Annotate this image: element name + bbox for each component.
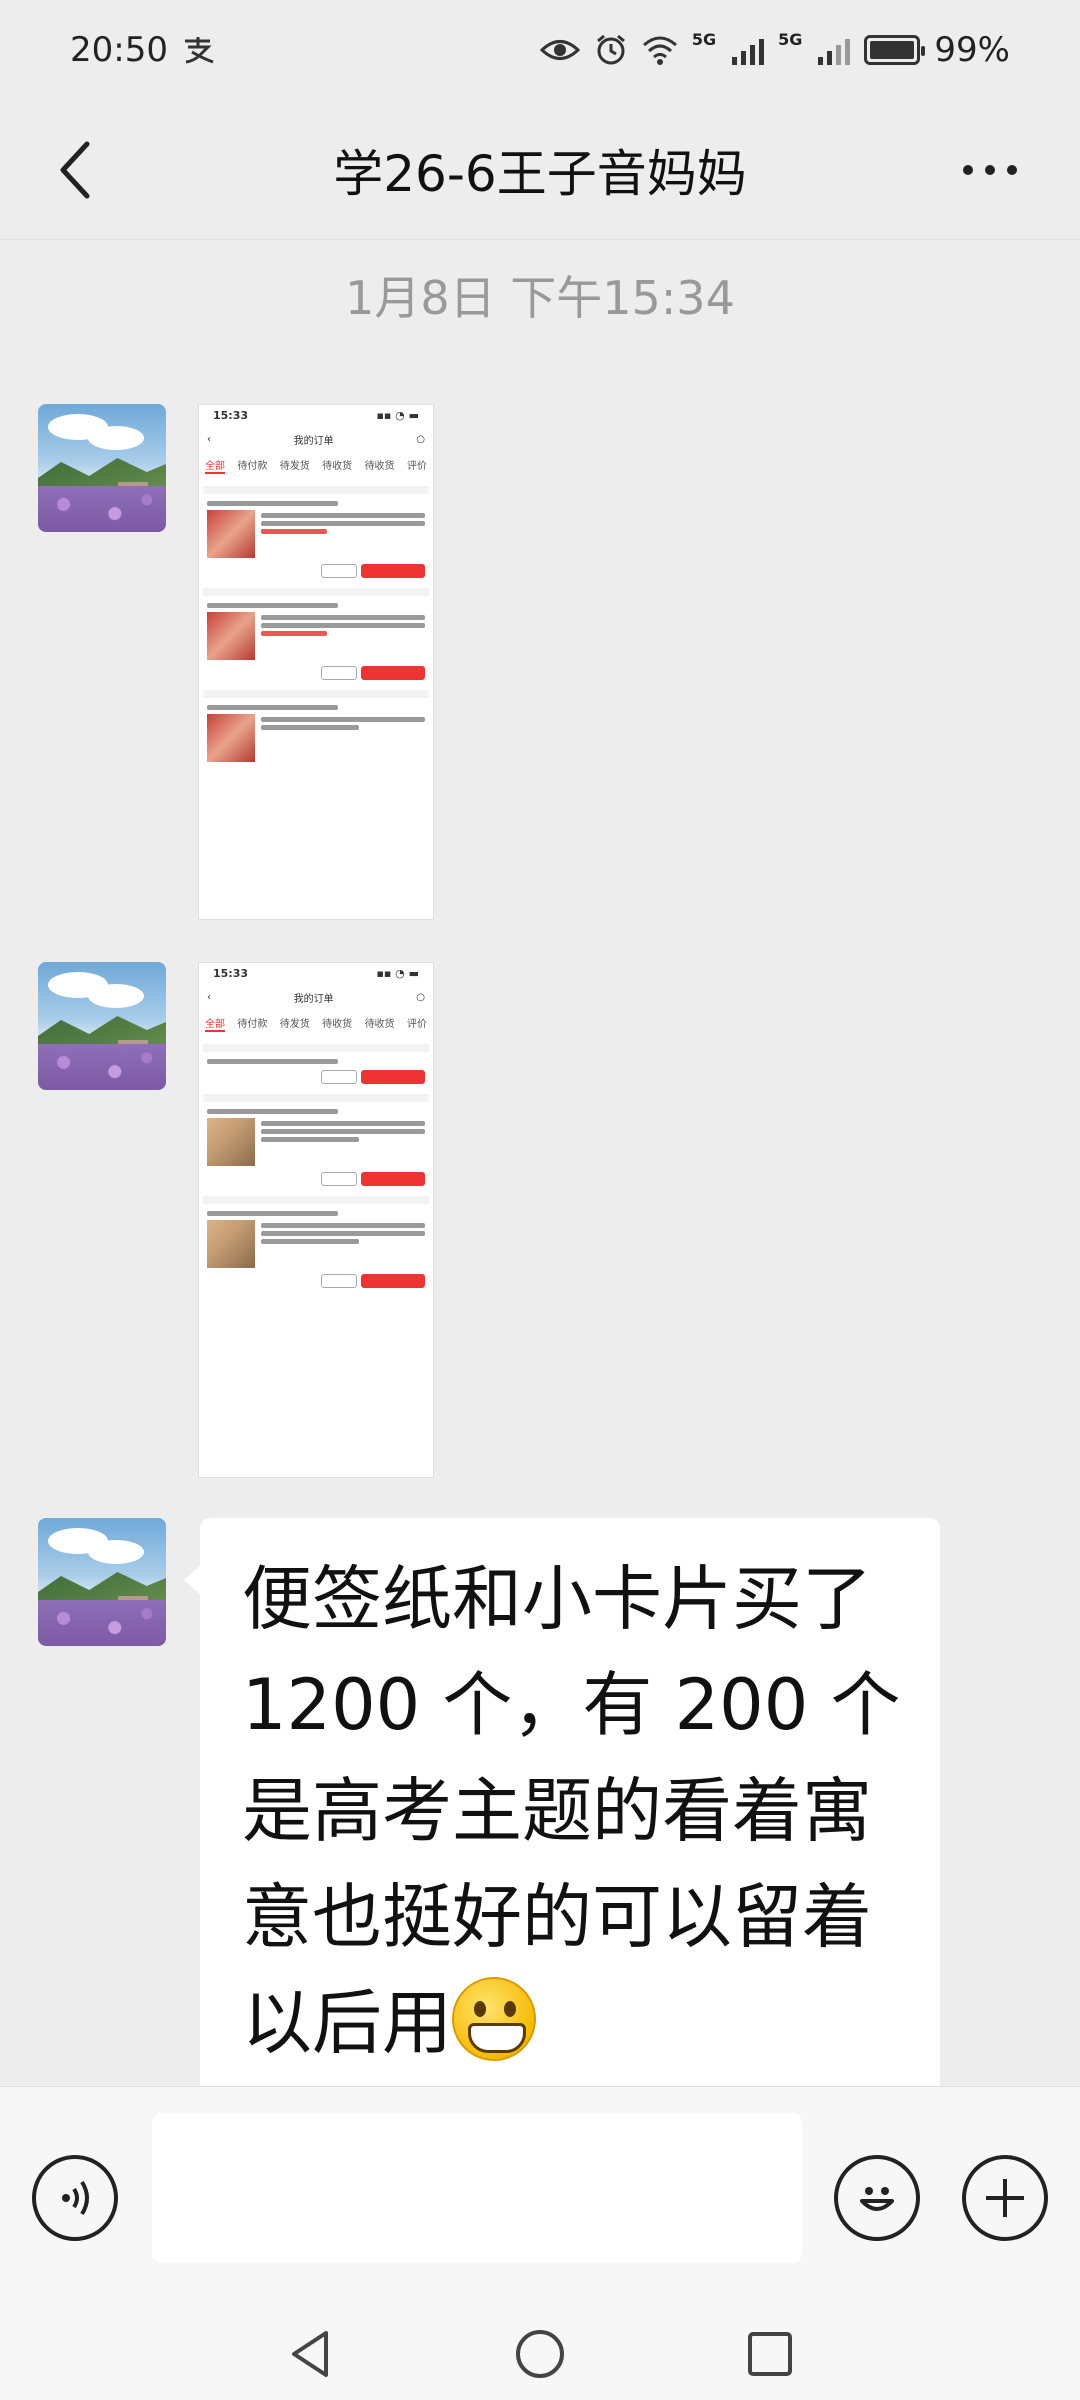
message-line: 是高考主题的看着寓 <box>242 1770 872 1852</box>
thumbnail-time: 15:33 <box>213 409 249 422</box>
circle-home-icon <box>516 2330 564 2378</box>
image-message[interactable]: 15:33 ▪▪ ◔ ▬ ‹ 我的订单 ○ 全部 待付款 待发货 待收货 待收货 评价 <box>198 404 434 920</box>
more-dot-icon <box>1007 165 1017 175</box>
more-dot-icon <box>963 165 973 175</box>
triangle-back-icon <box>292 2331 328 2377</box>
battery-percent: 99% <box>934 30 1010 70</box>
network-label-1: 5G <box>691 30 717 49</box>
image-message[interactable]: 15:33 ▪▪ ◔ ▬ ‹ 我的订单 ○ 全部 待付款 待发货 待收货 待收货 评价 <box>198 962 434 1478</box>
message-line: 1200 个，有 200 个 <box>242 1664 901 1746</box>
signal-icon-2 <box>818 35 851 65</box>
avatar[interactable] <box>38 962 166 1090</box>
nav-recents-button[interactable] <box>740 2326 800 2382</box>
chat-header: 学26-6王子音妈妈 <box>0 100 1080 240</box>
signal-icon <box>732 35 765 65</box>
alipay-icon <box>184 37 214 64</box>
message-row: 15:33 ▪▪ ◔ ▬ ‹ 我的订单 ○ 全部 待付款 待发货 待收货 待收货 评价 <box>38 962 434 1478</box>
avatar[interactable] <box>38 1518 166 1646</box>
message-line: 以后用 <box>242 1982 452 2064</box>
text-message-bubble[interactable]: 便签纸和小卡片买了 1200 个，有 200 个 是高考主题的看着寓 意也挺好的… <box>184 1518 940 2106</box>
more-actions-button[interactable] <box>962 2155 1048 2241</box>
eye-icon <box>539 40 580 60</box>
more-options-button[interactable] <box>940 130 1040 210</box>
network-label-2: 5G <box>778 30 803 49</box>
emoji-button[interactable] <box>834 2155 920 2241</box>
voice-icon <box>62 2180 89 2216</box>
status-time: 20:50 <box>70 30 168 70</box>
thumbnail-page-title: 我的订单 <box>293 994 334 1005</box>
wifi-icon <box>642 36 677 65</box>
status-bar: 20:50 5G 5G 99% <box>0 0 1080 100</box>
alarm-icon <box>596 34 625 65</box>
input-bar <box>0 2086 1080 2306</box>
more-dot-icon <box>985 165 995 175</box>
message-row: 15:33 ▪▪ ◔ ▬ ‹ 我的订单 ○ 全部 待付款 待发货 待收货 待收货 评价 <box>38 404 434 920</box>
nav-back-button[interactable] <box>280 2326 340 2382</box>
thumbnail-page-title: 我的订单 <box>293 436 334 447</box>
chevron-left-icon <box>60 141 90 199</box>
chat-title: 学26-6王子音妈妈 <box>333 144 747 203</box>
thumbnail-time: 15:33 <box>213 967 249 980</box>
avatar[interactable] <box>38 404 166 532</box>
plus-icon <box>986 2179 1024 2217</box>
thumbnail-tabs: 全部 待付款 待发货 待收货 待收货 评价 <box>199 451 433 480</box>
status-time-group: 20:50 <box>70 30 216 70</box>
grinning-face-emoji <box>452 1977 536 2061</box>
battery-icon <box>864 35 926 65</box>
square-recents-icon <box>748 2332 792 2376</box>
status-icons: 5G 5G 99% <box>539 30 1010 70</box>
message-line: 便签纸和小卡片买了 <box>242 1558 872 1640</box>
back-button[interactable] <box>40 130 110 210</box>
system-nav-bar <box>0 2306 1080 2400</box>
nav-home-button[interactable] <box>510 2326 570 2382</box>
thumbnail-tabs: 全部 待付款 待发货 待收货 待收货 评价 <box>199 1009 433 1038</box>
voice-input-button[interactable] <box>32 2155 118 2241</box>
smiley-icon <box>860 2187 894 2211</box>
message-line: 意也挺好的可以留着 <box>242 1876 872 1958</box>
message-row: 便签纸和小卡片买了 1200 个，有 200 个 是高考主题的看着寓 意也挺好的… <box>38 1518 940 2106</box>
message-input[interactable] <box>152 2113 802 2263</box>
message-timestamp: 1月8日 下午15:34 <box>345 271 735 325</box>
